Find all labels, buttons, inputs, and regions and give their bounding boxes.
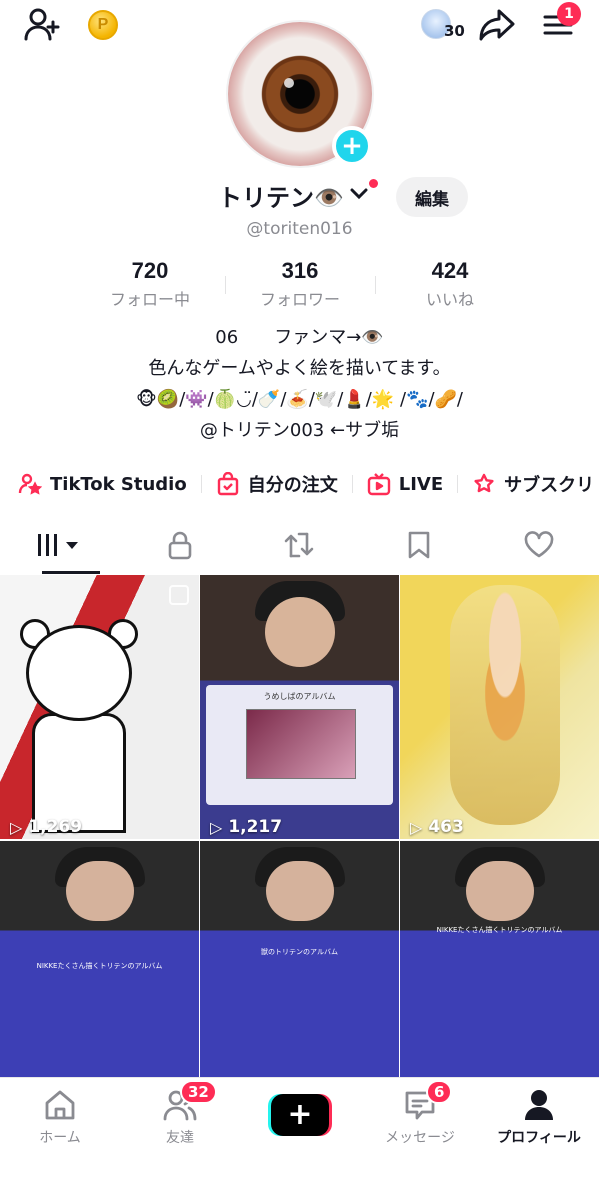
username-handle: @toriten016 bbox=[246, 219, 353, 239]
game-screen-title: 獣のトリテンのアルバム bbox=[261, 948, 338, 956]
inbox-message-icon bbox=[360, 1086, 480, 1124]
shortcut-tiktok-studio[interactable]: TikTok Studio bbox=[18, 472, 201, 496]
person-face bbox=[264, 597, 335, 667]
tab-reposts[interactable] bbox=[240, 520, 360, 574]
person-face bbox=[65, 861, 134, 921]
play-icon: ▷ bbox=[210, 817, 223, 837]
add-story-plus-icon[interactable]: + bbox=[332, 126, 372, 166]
content-tabs bbox=[0, 520, 599, 574]
stat-likes[interactable]: 424 いいね bbox=[375, 258, 525, 312]
repost-icon bbox=[283, 530, 315, 564]
tab-liked[interactable] bbox=[479, 520, 599, 574]
anime-illustration bbox=[450, 585, 560, 825]
shortcut-label: 自分の注文 bbox=[247, 475, 338, 496]
nav-label: メッセージ bbox=[385, 1130, 455, 1146]
divider bbox=[351, 475, 353, 493]
lock-icon bbox=[167, 530, 193, 564]
messages-badge: 6 bbox=[426, 1080, 453, 1104]
shortcut-label: サブスクリ bbox=[504, 475, 595, 496]
nav-messages[interactable]: メッセージ bbox=[360, 1086, 480, 1147]
nav-label: 友達 bbox=[166, 1130, 194, 1146]
video-grid: ▷ 1,269 うめしばのアルバム ▷ 1,217 ▷ 463 NIKKEたくさん描く… bbox=[0, 575, 599, 1077]
stat-followers[interactable]: 316 フォロワー bbox=[225, 258, 375, 312]
video-tile[interactable]: ▷ 1,269 bbox=[0, 575, 199, 839]
shortcut-live[interactable]: LIVE bbox=[367, 472, 457, 496]
coin-icon[interactable]: P bbox=[88, 10, 118, 40]
stat-label: フォロワー bbox=[259, 290, 340, 309]
profile-stats: 720 フォロー中 316 フォロワー 424 いいね bbox=[75, 258, 525, 312]
play-icon: ▷ bbox=[410, 817, 423, 837]
stat-label: フォロー中 bbox=[109, 290, 190, 309]
bottom-nav: ホーム 友達 32 + メッセージ 6 プロフィール bbox=[0, 1077, 599, 1200]
game-artwork bbox=[246, 709, 356, 779]
divider bbox=[457, 475, 459, 493]
person-plus-icon[interactable] bbox=[22, 6, 62, 42]
live-tv-icon bbox=[367, 472, 391, 496]
game-screen-title: うめしばのアルバム bbox=[263, 692, 336, 701]
bio-line: 🐵🥝/👾/🍈◡̈/🍼/🍝/🕊️/💄/🌟 /🐾/🥜/ bbox=[135, 389, 463, 410]
tab-private[interactable] bbox=[120, 520, 240, 574]
select-checkbox[interactable] bbox=[169, 585, 189, 605]
bio-line-mention[interactable]: @トリテン003 ←サブ垢 bbox=[0, 415, 599, 446]
view-count: ▷ 1,217 bbox=[210, 817, 283, 837]
video-tile[interactable]: 獣のトリテンのアルバム bbox=[200, 841, 399, 1077]
chevron-down-icon[interactable] bbox=[350, 182, 368, 206]
profile-person-icon bbox=[479, 1086, 599, 1124]
menu-badge: 1 bbox=[557, 2, 581, 26]
stat-value: 720 bbox=[131, 258, 169, 283]
game-screen-title: NIKKEたくさん描くトリテンのアルバム bbox=[436, 926, 563, 934]
display-name[interactable]: トリテン👁️ bbox=[218, 178, 344, 213]
friends-badge: 32 bbox=[180, 1080, 217, 1104]
game-screen-title: NIKKEたくさん描くトリテンのアルバム bbox=[36, 962, 163, 970]
edit-profile-button[interactable]: 編集 bbox=[396, 177, 468, 217]
notification-dot bbox=[369, 179, 378, 188]
nav-label: ホーム bbox=[39, 1130, 81, 1146]
mini-avatar-count: 30 bbox=[444, 22, 465, 40]
bio-line: 06 ファンマ→👁️ bbox=[215, 327, 384, 348]
person-face bbox=[465, 861, 534, 921]
nav-home[interactable]: ホーム bbox=[0, 1086, 120, 1147]
video-tile[interactable]: NIKKEたくさん描くトリテンのアルバム bbox=[400, 841, 599, 1077]
stat-label: いいね bbox=[425, 290, 474, 309]
shortcut-label: LIVE bbox=[398, 473, 444, 495]
play-icon: ▷ bbox=[10, 817, 23, 837]
video-tile[interactable]: NIKKEたくさん描くトリテンのアルバム bbox=[0, 841, 199, 1077]
nav-label: プロフィール bbox=[497, 1130, 581, 1146]
home-icon bbox=[0, 1086, 120, 1124]
stat-following[interactable]: 720 フォロー中 bbox=[75, 258, 225, 312]
video-tile[interactable]: うめしばのアルバム ▷ 1,217 bbox=[200, 575, 399, 839]
person-star-icon bbox=[18, 472, 42, 496]
video-tile[interactable]: ▷ 463 bbox=[400, 575, 599, 839]
tab-videos[interactable] bbox=[0, 520, 120, 574]
grid-bars-icon bbox=[36, 532, 84, 562]
shortcut-row: TikTok Studio 自分の注文 LIVE サブスクリ bbox=[18, 466, 599, 502]
shortcut-subscription[interactable]: サブスクリ bbox=[472, 471, 599, 497]
bear-illustration bbox=[14, 619, 144, 833]
create-plus-icon[interactable]: + bbox=[268, 1094, 332, 1136]
profile-bio: 06 ファンマ→👁️ 色んなゲームやよく絵を描いてます。 🐵🥝/👾/🍈◡̈/🍼/… bbox=[0, 322, 599, 446]
view-count: ▷ 463 bbox=[410, 817, 464, 837]
stat-value: 424 bbox=[431, 258, 469, 283]
nav-profile[interactable]: プロフィール bbox=[479, 1086, 599, 1147]
divider bbox=[200, 475, 202, 493]
shortcut-my-orders[interactable]: 自分の注文 bbox=[216, 471, 352, 497]
shortcut-label: TikTok Studio bbox=[50, 473, 187, 495]
share-arrow-icon[interactable] bbox=[478, 6, 516, 44]
subscription-star-icon bbox=[472, 472, 496, 496]
heart-icon bbox=[523, 531, 555, 563]
stat-value: 316 bbox=[281, 258, 319, 283]
shopping-bag-check-icon bbox=[216, 472, 240, 496]
person-face bbox=[265, 861, 334, 921]
bookmark-icon bbox=[407, 530, 431, 564]
view-count: ▷ 1,269 bbox=[10, 817, 83, 837]
tab-favorites[interactable] bbox=[359, 520, 479, 574]
name-row: トリテン👁️ 編集 bbox=[0, 176, 599, 217]
bio-line: 色んなゲームやよく絵を描いてます。 bbox=[148, 358, 451, 379]
game-screen: うめしばのアルバム bbox=[206, 685, 393, 805]
